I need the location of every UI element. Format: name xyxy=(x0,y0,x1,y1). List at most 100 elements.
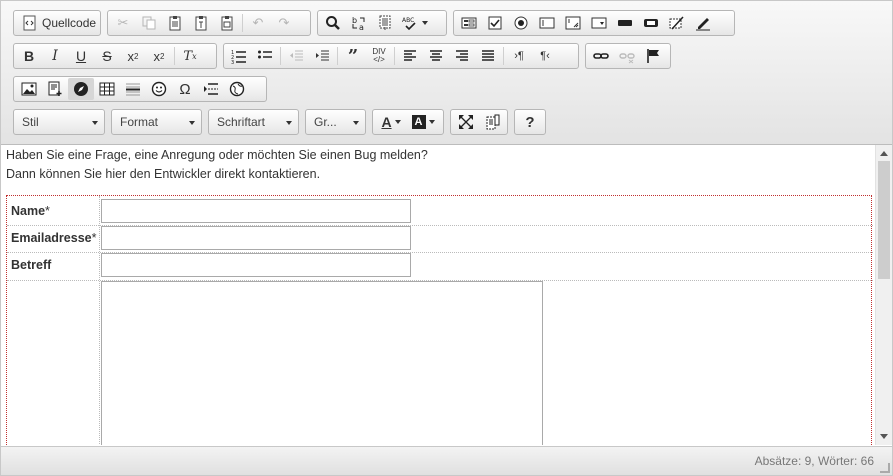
resize-handle[interactable] xyxy=(880,463,890,473)
find-icon[interactable] xyxy=(320,12,346,34)
paste-text-icon[interactable] xyxy=(188,12,214,34)
checkbox-icon[interactable] xyxy=(482,12,508,34)
spellcheck-button[interactable]: ABC xyxy=(398,12,432,34)
background-color-icon: A xyxy=(411,115,426,129)
scroll-down-icon[interactable] xyxy=(880,434,888,439)
intro-line-2: Dann können Sie hier den Entwickler dire… xyxy=(6,167,321,181)
source-group: Quellcode xyxy=(13,10,101,36)
colors-group: A A xyxy=(372,109,444,135)
iframe-icon[interactable] xyxy=(224,78,250,100)
paste-word-icon[interactable] xyxy=(214,12,240,34)
align-justify-icon[interactable] xyxy=(475,45,501,67)
status-bar: Absätze: 9, Wörter: 66 xyxy=(1,446,892,475)
italic-icon[interactable]: I xyxy=(42,45,68,67)
compass-icon[interactable] xyxy=(68,78,94,100)
subject-field[interactable] xyxy=(101,253,411,277)
source-label: Quellcode xyxy=(42,16,97,30)
replace-icon[interactable]: ba xyxy=(346,12,372,34)
horizontal-rule-icon[interactable] xyxy=(120,78,146,100)
undo-icon[interactable]: ↶ xyxy=(245,12,271,34)
unlink-icon[interactable] xyxy=(614,45,640,67)
insert-group: Ω xyxy=(13,76,267,102)
hidden-field-icon[interactable] xyxy=(664,12,690,34)
chevron-down-icon xyxy=(428,120,435,124)
chevron-down-icon xyxy=(92,121,98,125)
editing-group: ba ABC xyxy=(317,10,447,36)
text-color-button[interactable]: A xyxy=(375,111,407,133)
indent-icon[interactable] xyxy=(309,45,335,67)
superscript-icon[interactable]: x2 xyxy=(146,45,172,67)
outdent-icon[interactable] xyxy=(283,45,309,67)
text-color-icon: A xyxy=(381,114,392,130)
size-combo[interactable]: Gr... xyxy=(305,109,366,135)
scrollbar-thumb[interactable] xyxy=(878,161,890,279)
size-combo-label: Gr... xyxy=(314,115,337,129)
table-icon[interactable] xyxy=(94,78,120,100)
chevron-down-icon xyxy=(189,121,195,125)
insert-page-icon[interactable] xyxy=(42,78,68,100)
help-button[interactable]: ? xyxy=(517,111,543,133)
rtl-icon[interactable]: ¶‹ xyxy=(532,45,558,67)
word-count: Absätze: 9, Wörter: 66 xyxy=(754,454,874,468)
align-center-icon[interactable] xyxy=(423,45,449,67)
align-left-icon[interactable] xyxy=(397,45,423,67)
image-icon[interactable] xyxy=(16,78,42,100)
tools-group xyxy=(450,109,508,135)
required-mark: * xyxy=(45,204,50,218)
underline-icon[interactable]: U xyxy=(68,45,94,67)
svg-text:3: 3 xyxy=(231,60,234,64)
editor-content[interactable]: Haben Sie eine Frage, eine Anregung oder… xyxy=(1,145,875,445)
numbered-list-icon[interactable]: 123 xyxy=(226,45,252,67)
select-all-icon[interactable] xyxy=(372,12,398,34)
scroll-up-icon[interactable] xyxy=(880,151,888,156)
separator xyxy=(503,47,504,65)
intro-line-1: Haben Sie eine Frage, eine Anregung oder… xyxy=(6,148,428,162)
subscript-icon[interactable]: x2 xyxy=(120,45,146,67)
email-field[interactable] xyxy=(101,226,411,250)
message-textarea[interactable] xyxy=(101,281,543,445)
name-field[interactable] xyxy=(101,199,411,223)
bullet-list-icon[interactable] xyxy=(252,45,278,67)
cut-icon[interactable]: ✂ xyxy=(110,12,136,34)
editor-toolbar: Quellcode ✂ ↶ ↷ b a ABC B I U S x 2 x 2 … xyxy=(1,1,892,145)
separator xyxy=(337,47,338,65)
remove-format-icon[interactable]: Tx xyxy=(177,45,203,67)
button-icon[interactable] xyxy=(612,12,638,34)
maximize-icon[interactable] xyxy=(453,111,479,133)
format-combo[interactable]: Format xyxy=(111,109,202,135)
forms-group xyxy=(453,10,735,36)
anchor-flag-icon[interactable] xyxy=(640,45,666,67)
separator xyxy=(280,47,281,65)
select-icon[interactable] xyxy=(586,12,612,34)
show-blocks-icon[interactable] xyxy=(479,111,505,133)
form-icon[interactable] xyxy=(456,12,482,34)
copy-icon[interactable] xyxy=(136,12,162,34)
pencil-icon[interactable] xyxy=(690,12,716,34)
blockquote-icon[interactable]: ” xyxy=(340,45,366,67)
page-break-icon[interactable] xyxy=(198,78,224,100)
radio-icon[interactable] xyxy=(508,12,534,34)
background-color-button[interactable]: A xyxy=(407,111,439,133)
basic-styles-group: B I U S x2 x2 Tx xyxy=(13,43,217,69)
chevron-down-icon xyxy=(422,21,428,25)
textfield-icon[interactable] xyxy=(534,12,560,34)
rich-text-editor: Quellcode ✂ ↶ ↷ b a ABC B I U S x 2 x 2 … xyxy=(0,0,893,476)
bold-icon[interactable]: B xyxy=(16,45,42,67)
font-combo-label: Schriftart xyxy=(217,115,266,129)
vertical-scrollbar[interactable] xyxy=(875,145,892,445)
source-button[interactable]: Quellcode xyxy=(16,12,102,34)
link-icon[interactable] xyxy=(588,45,614,67)
font-combo[interactable]: Schriftart xyxy=(208,109,299,135)
style-combo[interactable]: Stil xyxy=(13,109,105,135)
strike-icon[interactable]: S xyxy=(94,45,120,67)
smiley-icon[interactable] xyxy=(146,78,172,100)
redo-icon[interactable]: ↷ xyxy=(271,12,297,34)
ltr-icon[interactable]: ›¶ xyxy=(506,45,532,67)
image-button-icon[interactable] xyxy=(638,12,664,34)
special-char-icon[interactable]: Ω xyxy=(172,78,198,100)
textarea-icon[interactable] xyxy=(560,12,586,34)
div-container-icon[interactable]: DIV </> xyxy=(366,45,392,67)
paste-icon[interactable] xyxy=(162,12,188,34)
separator xyxy=(174,47,175,65)
align-right-icon[interactable] xyxy=(449,45,475,67)
